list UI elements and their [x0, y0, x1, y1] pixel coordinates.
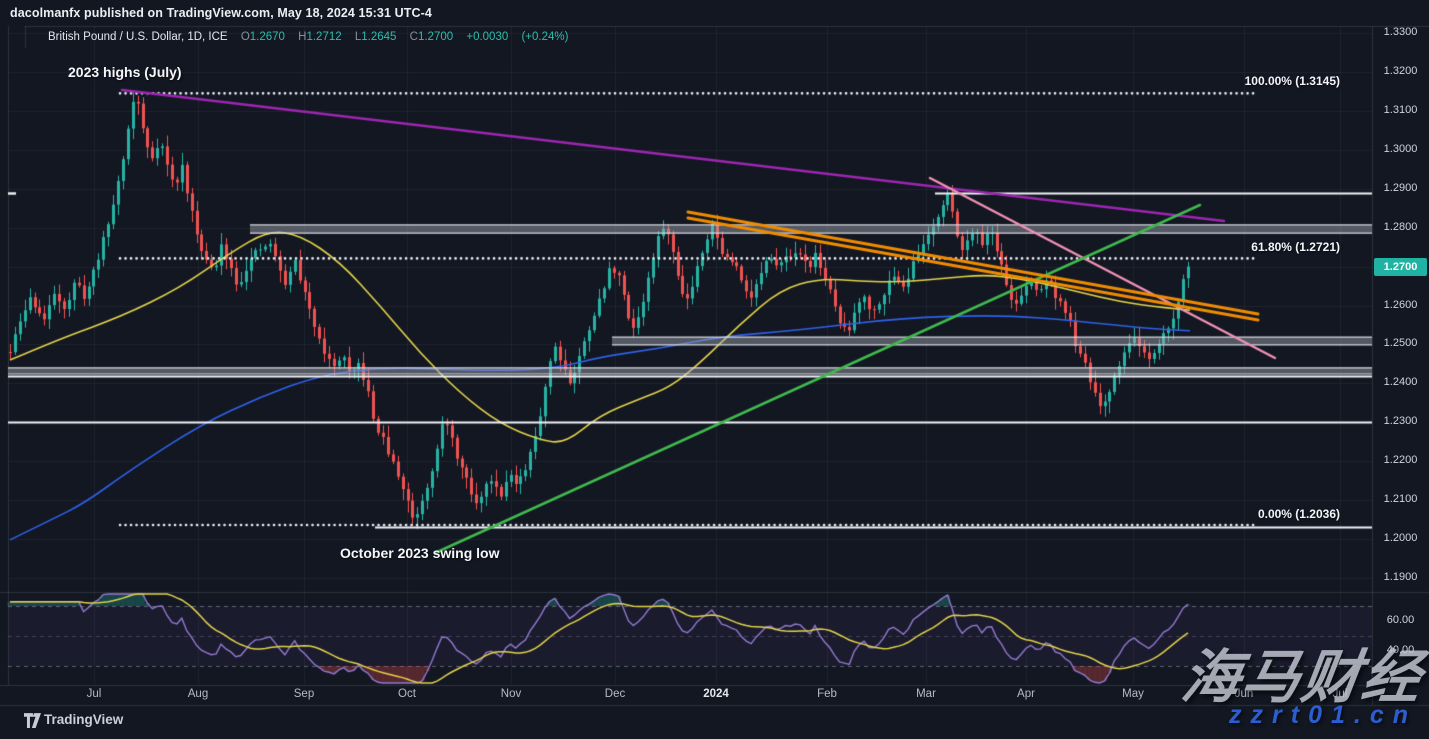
open-value: 1.2670: [250, 31, 285, 43]
price-tick-label: 1.2000: [1372, 532, 1429, 544]
annotation-2023-highs: 2023 highs (July): [68, 64, 182, 80]
price-tick-label: 1.2600: [1372, 299, 1429, 311]
open-label: O: [241, 31, 250, 43]
watermark-url: zzrt01.cn: [1229, 701, 1417, 730]
month-tick-label: Mar: [916, 688, 936, 700]
month-tick-label: Feb: [817, 688, 837, 700]
month-tick-label: Sep: [294, 688, 314, 700]
tradingview-chart-page: dacolmanfx published on TradingView.com,…: [0, 0, 1429, 739]
price-tick-label: 1.2500: [1372, 337, 1429, 349]
price-tick-label: 1.3200: [1372, 65, 1429, 77]
month-tick-label: Oct: [398, 688, 416, 700]
price-chart-canvas[interactable]: [0, 0, 1429, 739]
fib-label-0: 0.00% (1.2036): [1258, 507, 1340, 521]
month-tick-label: Jul: [87, 688, 102, 700]
symbol-legend: British Pound / U.S. Dollar, 1D, ICE O1.…: [48, 31, 568, 43]
price-tick-label: 1.2100: [1372, 493, 1429, 505]
month-tick-label: 2024: [703, 688, 729, 700]
price-tick-label: 1.1900: [1372, 571, 1429, 583]
annotation-october-swing-low: October 2023 swing low: [340, 545, 500, 561]
price-tick-label: 1.3100: [1372, 104, 1429, 116]
fib-label-100: 100.00% (1.3145): [1245, 74, 1340, 88]
rsi-tick-label: 60.00: [1372, 614, 1429, 626]
current-price-tag: 1.2700: [1374, 258, 1427, 276]
symbol-title[interactable]: British Pound / U.S. Dollar, 1D, ICE: [48, 31, 228, 43]
month-tick-label: Aug: [188, 688, 208, 700]
close-value: 1.2700: [418, 31, 453, 43]
price-tick-label: 1.2800: [1372, 221, 1429, 233]
price-tick-label: 1.2200: [1372, 454, 1429, 466]
tradingview-logo-icon[interactable]: [24, 713, 41, 733]
change-percent: (+0.24%): [521, 31, 568, 43]
price-tick-label: 1.2900: [1372, 182, 1429, 194]
low-value: 1.2645: [361, 31, 396, 43]
month-tick-label: Apr: [1017, 688, 1035, 700]
price-tick-label: 1.2300: [1372, 415, 1429, 427]
price-tick-label: 1.3300: [1372, 26, 1429, 38]
high-value: 1.2712: [306, 31, 341, 43]
change-value: +0.0030: [466, 31, 508, 43]
month-tick-label: Dec: [605, 688, 625, 700]
attribution-text: dacolmanfx published on TradingView.com,…: [10, 6, 432, 20]
month-tick-label: May: [1122, 688, 1144, 700]
close-label: C: [410, 31, 418, 43]
tradingview-brand-text[interactable]: TradingView: [44, 712, 123, 727]
month-tick-label: Nov: [501, 688, 521, 700]
price-tick-label: 1.3000: [1372, 143, 1429, 155]
price-tick-label: 1.2400: [1372, 376, 1429, 388]
fib-label-618: 61.80% (1.2721): [1251, 240, 1340, 254]
